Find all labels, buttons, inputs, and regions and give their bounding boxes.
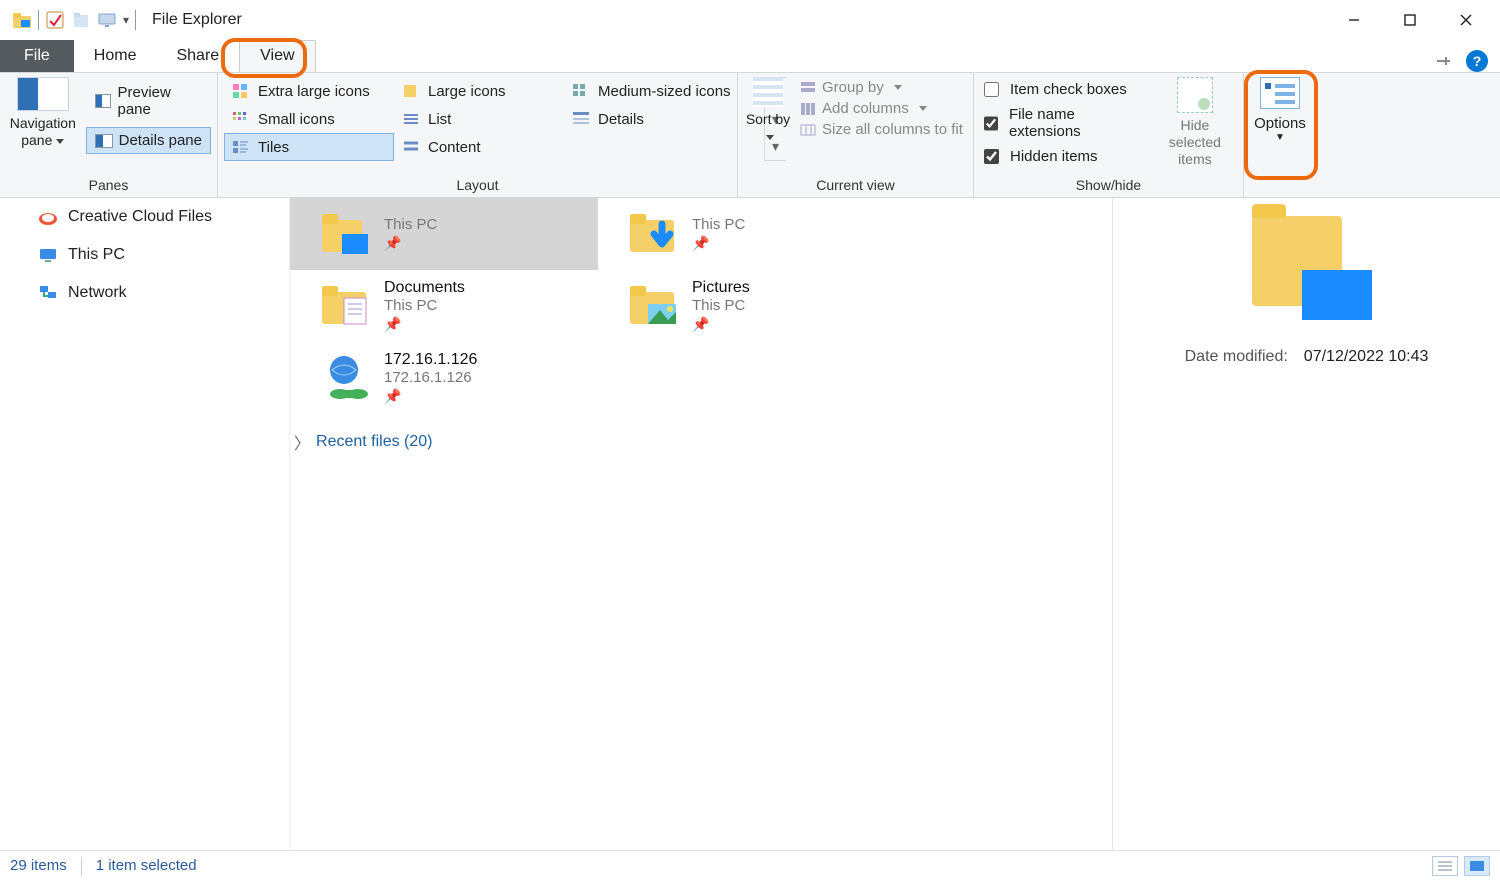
item-check-boxes-checkbox[interactable]: Item check boxes xyxy=(980,79,1141,100)
folder-downloads-icon xyxy=(626,206,682,262)
pin-ribbon-icon[interactable] xyxy=(1434,52,1452,70)
layout-details[interactable]: Details xyxy=(564,105,764,133)
ribbon-group-show-hide-label: Show/hide xyxy=(980,173,1237,195)
tile-network-location[interactable]: 172.16.1.126 172.16.1.126 📌 xyxy=(290,342,598,414)
tile-downloads[interactable]: This PC 📌 xyxy=(598,198,906,270)
folder-documents-icon xyxy=(318,278,374,334)
statusbar: 29 items 1 item selected xyxy=(0,850,1500,880)
pin-icon: 📌 xyxy=(692,316,750,333)
layout-list[interactable]: List xyxy=(394,105,564,133)
window-title: File Explorer xyxy=(152,11,242,29)
layout-large-icons[interactable]: Large icons xyxy=(394,77,564,105)
creative-cloud-icon xyxy=(38,208,58,226)
maximize-button[interactable] xyxy=(1382,0,1438,40)
hidden-items-checkbox[interactable]: Hidden items xyxy=(980,146,1141,167)
ribbon-view: Navigation pane Preview pane Details pan… xyxy=(0,72,1500,198)
explorer-app-icon xyxy=(12,10,32,30)
tab-share[interactable]: Share xyxy=(156,40,239,72)
layout-tiles[interactable]: Tiles xyxy=(224,133,394,161)
pin-icon: 📌 xyxy=(384,235,437,252)
ribbon-group-panes-label: Panes xyxy=(6,173,211,195)
details-pane-label: Details pane xyxy=(119,132,202,149)
close-button[interactable] xyxy=(1438,0,1494,40)
group-by-button[interactable]: Group by xyxy=(800,79,963,96)
qat-display-icon[interactable] xyxy=(97,10,117,30)
status-view-thumbnails-button[interactable] xyxy=(1464,856,1490,876)
details-thumbnail xyxy=(1242,206,1372,326)
options-label: Options xyxy=(1254,115,1306,132)
tile-documents[interactable]: Documents This PC 📌 xyxy=(290,270,598,342)
status-item-count: 29 items xyxy=(10,857,67,874)
hide-selected-items-button[interactable]: Hide selected items xyxy=(1153,77,1237,173)
qat-properties-icon[interactable] xyxy=(45,10,65,30)
minimize-button[interactable] xyxy=(1326,0,1382,40)
folder-pictures-icon xyxy=(626,278,682,334)
layout-medium-icons[interactable]: Medium-sized icons xyxy=(564,77,764,105)
folder-icon xyxy=(318,206,374,262)
navigation-pane-button[interactable]: Navigation pane xyxy=(6,77,80,149)
date-modified-value: 07/12/2022 10:43 xyxy=(1304,348,1429,366)
this-pc-icon xyxy=(38,246,58,264)
qat-new-folder-icon[interactable] xyxy=(71,10,91,30)
tile-pictures[interactable]: Pictures This PC 📌 xyxy=(598,270,906,342)
network-location-icon xyxy=(318,350,374,406)
layout-extra-large-icons[interactable]: Extra large icons xyxy=(224,77,394,105)
qat-overflow-icon[interactable]: ▾ xyxy=(123,13,129,27)
nav-creative-cloud[interactable]: Creative Cloud Files xyxy=(0,198,289,236)
options-button[interactable]: Options ▼ xyxy=(1250,77,1310,195)
add-columns-button[interactable]: Add columns xyxy=(800,100,963,117)
details-pane-button[interactable]: Details pane xyxy=(86,127,211,154)
ribbon-tabs: File Home Share View ? xyxy=(0,40,1500,72)
recent-files-group[interactable]: 〉 Recent files (20) xyxy=(290,414,1112,454)
preview-pane-button[interactable]: Preview pane xyxy=(86,79,211,123)
layout-small-icons[interactable]: Small icons xyxy=(224,105,394,133)
options-icon xyxy=(1260,77,1300,109)
sort-by-button[interactable]: Sort by xyxy=(744,77,792,173)
items-view[interactable]: This PC 📌 This PC 📌 Documen xyxy=(290,198,1112,850)
ribbon-group-current-view-label: Current view xyxy=(744,173,967,195)
ribbon-group-layout-label: Layout xyxy=(224,173,731,195)
status-selection-count: 1 item selected xyxy=(96,857,197,874)
titlebar: ▾ File Explorer xyxy=(0,0,1500,40)
file-name-extensions-checkbox[interactable]: File name extensions xyxy=(980,106,1141,140)
layout-content[interactable]: Content xyxy=(394,133,564,161)
preview-pane-label: Preview pane xyxy=(117,84,202,118)
status-view-details-button[interactable] xyxy=(1432,856,1458,876)
pin-icon: 📌 xyxy=(384,388,477,405)
tab-file[interactable]: File xyxy=(0,40,74,72)
tile-desktop[interactable]: This PC 📌 xyxy=(290,198,598,270)
chevron-right-icon: 〉 xyxy=(294,430,310,454)
navigation-pane: Creative Cloud Files This PC Network xyxy=(0,198,290,850)
nav-this-pc[interactable]: This PC xyxy=(0,236,289,274)
tab-home[interactable]: Home xyxy=(74,40,157,72)
help-icon[interactable]: ? xyxy=(1466,50,1488,72)
nav-network[interactable]: Network xyxy=(0,274,289,312)
network-icon xyxy=(38,284,58,302)
chevron-down-icon: ▼ xyxy=(1275,132,1285,143)
size-all-columns-button[interactable]: Size all columns to fit xyxy=(800,121,963,138)
tab-view[interactable]: View xyxy=(239,40,315,72)
pin-icon: 📌 xyxy=(384,316,465,333)
details-pane: Date modified: 07/12/2022 10:43 xyxy=(1112,198,1500,850)
navigation-pane-label: Navigation pane xyxy=(10,115,76,148)
pin-icon: 📌 xyxy=(692,235,745,252)
date-modified-label: Date modified: xyxy=(1185,348,1288,366)
